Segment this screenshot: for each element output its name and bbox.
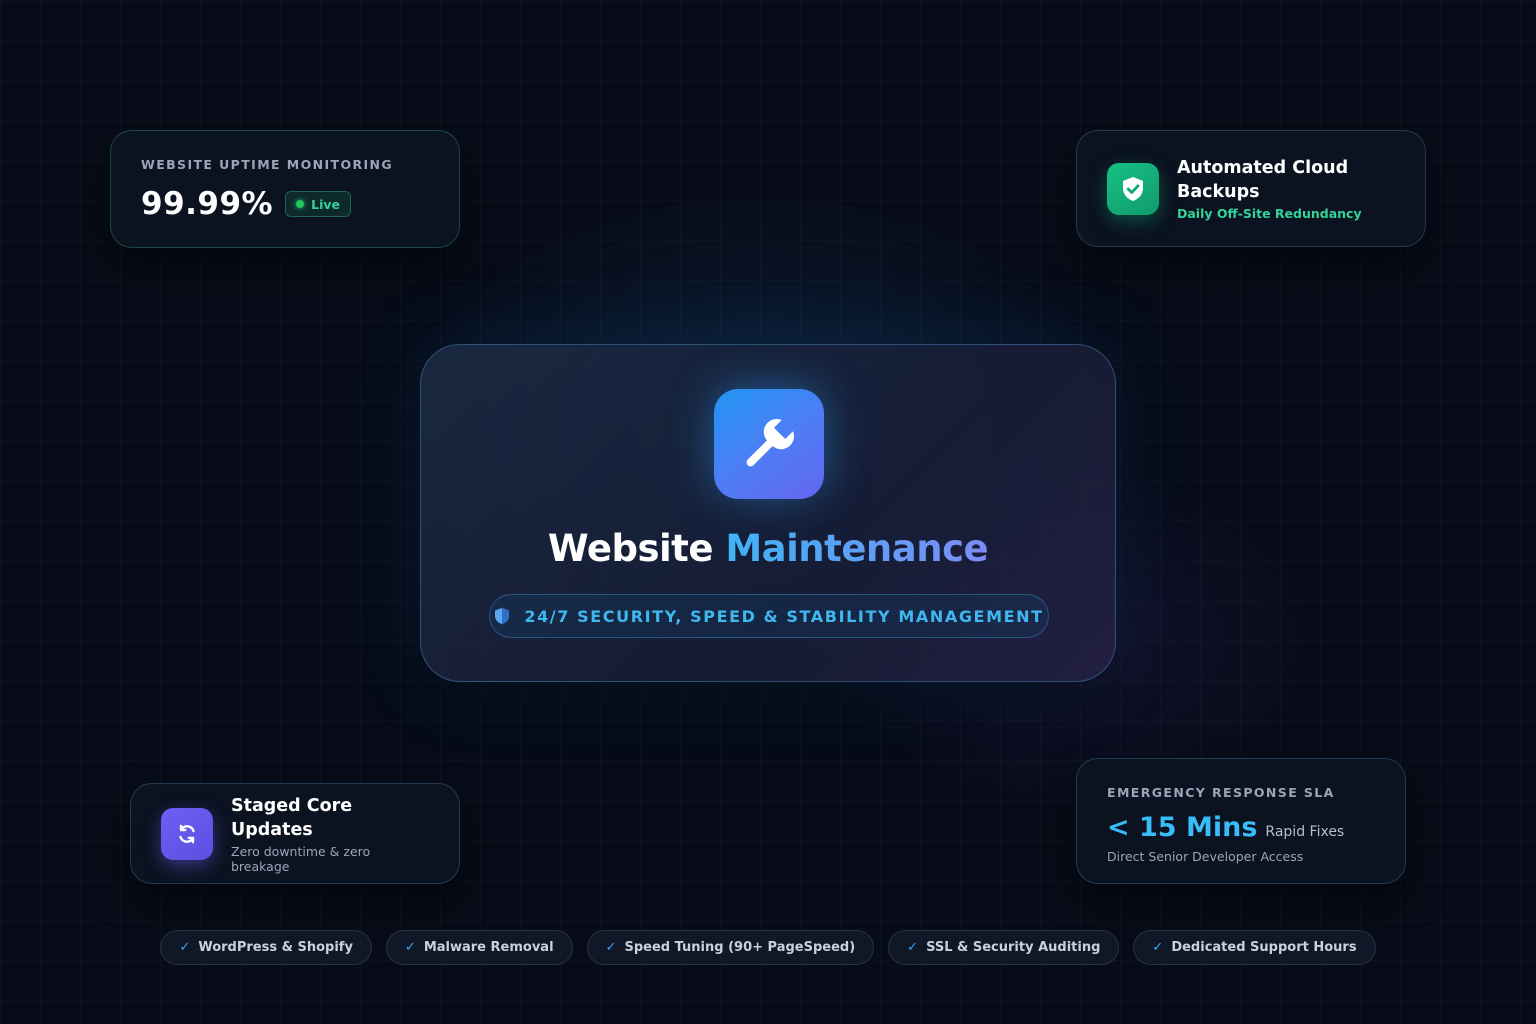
- live-dot-icon: [296, 200, 305, 208]
- backup-title-line2: Backups: [1177, 182, 1260, 202]
- staged-subtitle: Zero downtime & zero breakage: [231, 843, 371, 874]
- uptime-label: WEBSITE UPTIME MONITORING: [141, 157, 394, 172]
- staged-title: Staged Core Updates: [231, 795, 353, 840]
- shield-check-icon: [1107, 162, 1159, 215]
- feature-chip: ✓ SSL & Security Auditing: [888, 930, 1120, 965]
- feature-chip-label: WordPress & Shopify: [198, 940, 353, 955]
- check-icon: ✓: [404, 940, 416, 955]
- sla-value: < 15 Mins: [1107, 812, 1258, 843]
- wrench-icon: [714, 389, 824, 499]
- title-part-website: Website: [547, 527, 714, 570]
- feature-chip: ✓ Malware Removal: [385, 930, 573, 965]
- backup-title-line1: Automated Cloud: [1177, 158, 1349, 178]
- staged-updates-card: Staged Core Updates Zero downtime & zero…: [130, 783, 460, 884]
- backup-subtitle: Daily Off-Site Redundancy: [1177, 206, 1362, 221]
- feature-chip-label: SSL & Security Auditing: [926, 940, 1101, 955]
- tagline-text: 24/7 SECURITY, SPEED & STABILITY MANAGEM…: [524, 606, 1044, 626]
- title-part-maintenance: Maintenance: [725, 527, 989, 570]
- shield-icon: [495, 608, 510, 624]
- feature-chip-label: Malware Removal: [423, 940, 554, 955]
- sla-footnote: Direct Senior Developer Access: [1107, 849, 1304, 864]
- check-icon: ✓: [605, 940, 617, 955]
- refresh-icon: [161, 807, 213, 860]
- sla-suffix: Rapid Fixes: [1265, 824, 1345, 840]
- feature-chip-list: ✓ WordPress & Shopify ✓ Malware Removal …: [0, 930, 1536, 965]
- feature-chip-label: Dedicated Support Hours: [1171, 940, 1357, 955]
- feature-chip: ✓ Dedicated Support Hours: [1133, 930, 1376, 965]
- sla-label: EMERGENCY RESPONSE SLA: [1107, 785, 1335, 800]
- feature-chip-label: Speed Tuning (90+ PageSpeed): [624, 940, 856, 955]
- check-icon: ✓: [907, 940, 919, 955]
- feature-chip: ✓ Speed Tuning (90+ PageSpeed): [586, 930, 875, 965]
- backup-card: Automated Cloud Backups Daily Off-Site R…: [1076, 130, 1426, 247]
- tagline-pill: 24/7 SECURITY, SPEED & STABILITY MANAGEM…: [489, 594, 1049, 638]
- uptime-value: 99.99%: [141, 186, 274, 222]
- main-card: Website Maintenance 24/7 SECURITY, SPEED…: [420, 344, 1116, 682]
- check-icon: ✓: [1152, 940, 1164, 955]
- sla-card: EMERGENCY RESPONSE SLA < 15 Mins Rapid F…: [1076, 758, 1406, 884]
- page-title: Website Maintenance: [421, 527, 1115, 570]
- live-status-badge: Live: [285, 191, 352, 217]
- uptime-card: WEBSITE UPTIME MONITORING 99.99% Live: [110, 130, 460, 248]
- feature-chip: ✓ WordPress & Shopify: [160, 930, 372, 965]
- check-icon: ✓: [179, 940, 191, 955]
- live-badge-label: Live: [311, 196, 341, 212]
